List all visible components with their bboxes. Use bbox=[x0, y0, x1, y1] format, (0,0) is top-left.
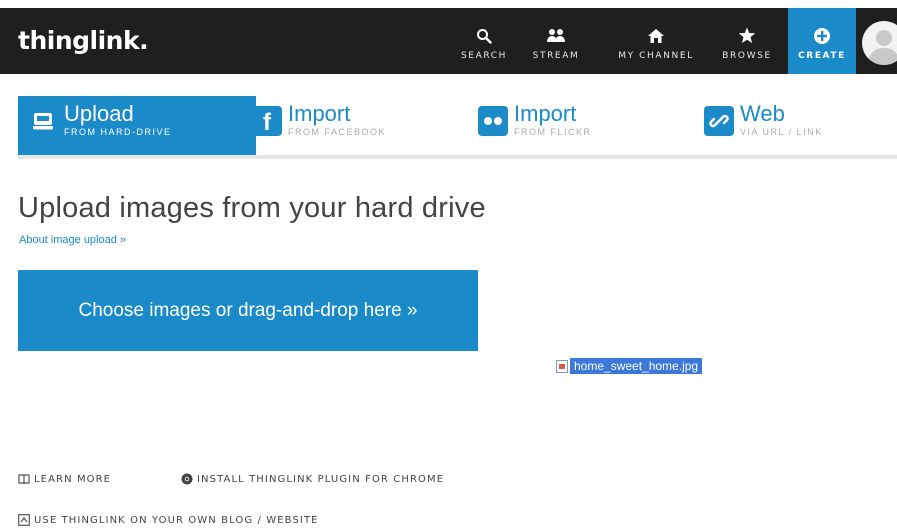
tab-title: Web bbox=[740, 101, 785, 126]
install-plugin-label: INSTALL THINGLINK PLUGIN FOR CHROME bbox=[197, 473, 445, 485]
nav-create[interactable]: CREATE bbox=[788, 8, 856, 74]
tabs-divider bbox=[18, 155, 897, 159]
nav-browse[interactable]: BROWSE bbox=[714, 8, 780, 74]
page-title: Upload images from your hard drive bbox=[18, 192, 486, 224]
tab-subtitle: FROM FACEBOOK bbox=[288, 127, 387, 137]
tab-title: Import bbox=[288, 101, 351, 126]
embed-icon bbox=[18, 514, 30, 526]
tab-upload-hard-drive[interactable]: Upload FROM HARD-DRIVE bbox=[18, 96, 256, 156]
nav-stream-label: STREAM bbox=[532, 50, 580, 61]
tab-subtitle: FROM HARD-DRIVE bbox=[64, 127, 172, 137]
dragged-file[interactable]: home_sweet_home.jpg bbox=[556, 358, 703, 374]
nav-browse-label: BROWSE bbox=[722, 50, 772, 61]
star-icon bbox=[738, 26, 756, 46]
tab-web-url[interactable]: Web VIA URL / LINK bbox=[704, 96, 897, 156]
nav-my-channel[interactable]: MY CHANNEL bbox=[604, 8, 708, 74]
tab-subtitle: VIA URL / LINK bbox=[740, 127, 823, 137]
plus-circle-icon bbox=[813, 26, 831, 46]
learn-more-label: LEARN MORE bbox=[34, 473, 112, 485]
nav-create-label: CREATE bbox=[798, 50, 846, 61]
tab-title: Upload bbox=[64, 101, 134, 126]
nav-search[interactable]: SEARCH bbox=[458, 8, 510, 74]
top-nav-bar: thinglink. SEARCH STREAM MY CHANNEL BROW… bbox=[0, 8, 897, 74]
avatar[interactable] bbox=[862, 21, 897, 65]
nav-search-label: SEARCH bbox=[460, 50, 507, 61]
tab-import-facebook[interactable]: f Import FROM FACEBOOK bbox=[252, 96, 452, 156]
use-on-blog-link[interactable]: USE THINGLINK ON YOUR OWN BLOG / WEBSITE bbox=[18, 514, 319, 526]
hard-drive-icon bbox=[28, 106, 58, 136]
choose-images-button[interactable]: Choose images or drag-and-drop here » bbox=[18, 270, 478, 351]
home-icon bbox=[647, 26, 665, 46]
install-chrome-plugin-link[interactable]: INSTALL THINGLINK PLUGIN FOR CHROME bbox=[181, 473, 444, 485]
use-on-blog-label: USE THINGLINK ON YOUR OWN BLOG / WEBSITE bbox=[34, 514, 319, 526]
link-icon bbox=[704, 106, 734, 136]
search-icon bbox=[476, 26, 492, 46]
chrome-icon bbox=[181, 473, 193, 485]
nav-my-channel-label: MY CHANNEL bbox=[618, 50, 694, 61]
about-image-upload-link[interactable]: About image upload » bbox=[19, 234, 126, 246]
dragged-file-name: home_sweet_home.jpg bbox=[570, 358, 703, 374]
upload-source-tabs: Upload FROM HARD-DRIVE f Import FROM FAC… bbox=[18, 96, 897, 156]
thinglink-logo[interactable]: thinglink. bbox=[18, 26, 149, 55]
book-icon bbox=[18, 473, 30, 485]
learn-more-link[interactable]: LEARN MORE bbox=[18, 473, 111, 485]
tab-title: Import bbox=[514, 101, 577, 126]
tab-import-flickr[interactable]: Import FROM FLICKR bbox=[478, 96, 678, 156]
people-icon bbox=[546, 26, 566, 46]
flickr-icon bbox=[478, 106, 508, 136]
tab-subtitle: FROM FLICKR bbox=[514, 127, 592, 137]
image-file-icon bbox=[556, 359, 568, 373]
facebook-icon: f bbox=[252, 106, 282, 136]
nav-stream[interactable]: STREAM bbox=[528, 8, 584, 74]
